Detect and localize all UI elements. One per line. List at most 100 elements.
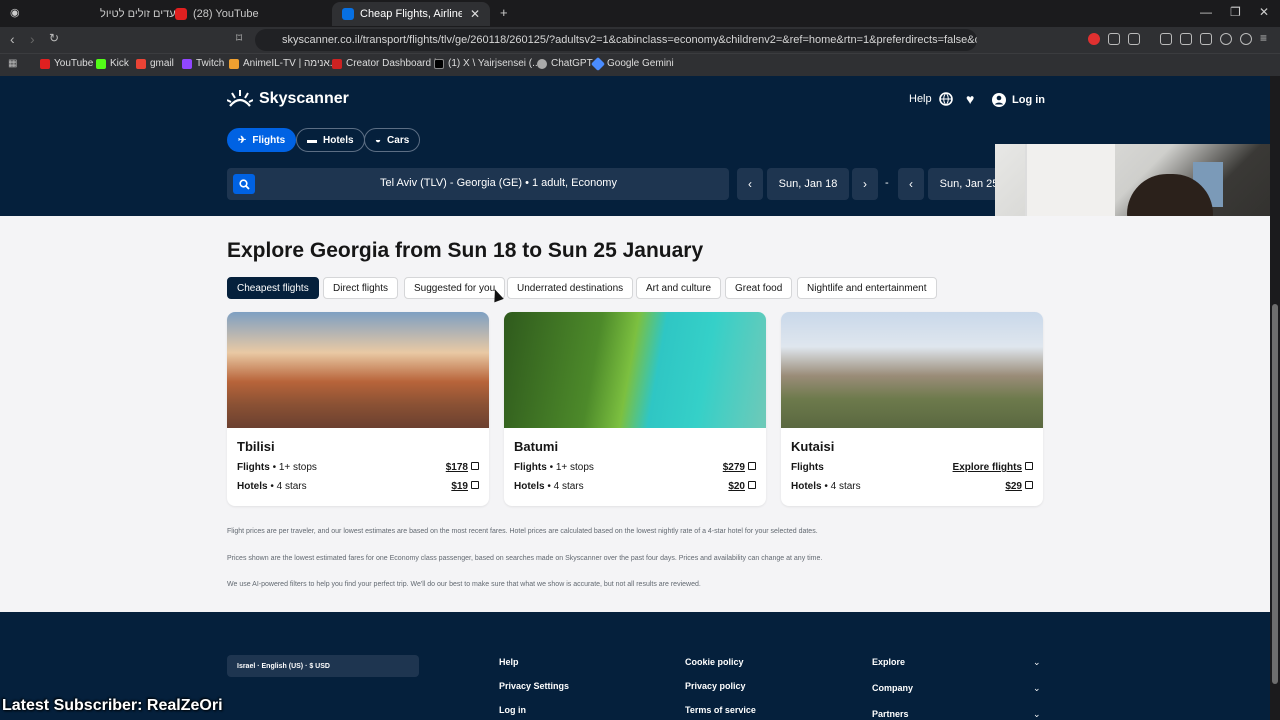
hotels-price-link[interactable]: $20	[728, 481, 756, 492]
chevron-right-icon: ›	[863, 177, 867, 191]
url-input[interactable]: skyscanner.co.il/transport/flights/tlv/g…	[255, 29, 977, 51]
restore-icon[interactable]: ❐	[1230, 5, 1241, 19]
filter-art-and-culture[interactable]: Art and culture	[636, 277, 722, 299]
hotels-price-link[interactable]: $19	[451, 481, 479, 492]
bookmark-twitch[interactable]: Twitch	[182, 58, 224, 69]
bookmark-label: Kick	[110, 58, 129, 69]
filter-nightlife[interactable]: Nightlife and entertainment	[797, 277, 937, 299]
close-window-icon[interactable]: ✕	[1259, 5, 1269, 19]
city-name: Kutaisi	[791, 439, 835, 454]
flights-price-link[interactable]: $178	[446, 462, 479, 473]
depart-date[interactable]: Sun, Jan 18	[767, 168, 849, 200]
globe-icon[interactable]	[939, 92, 953, 106]
tab-skyscanner[interactable]: Cheap Flights, Airline Tickets & A ✕	[332, 2, 490, 26]
bookmarks-bar: ▦ YouTube Kick gmail Twitch AnimeIL-TV |…	[0, 53, 1280, 76]
search-button[interactable]	[233, 174, 255, 194]
footer-accordion-partners[interactable]: Partners	[872, 709, 909, 719]
explore-flights-link[interactable]: Explore flights	[953, 462, 1033, 473]
filter-suggested-for-you[interactable]: Suggested for you	[404, 277, 506, 299]
tab-label: (28) YouTube	[193, 8, 259, 20]
bookmark-gemini[interactable]: Google Gemini	[590, 56, 674, 71]
tab-youtube[interactable]: (28) YouTube	[165, 2, 325, 26]
heart-icon[interactable]: ♥	[966, 91, 974, 107]
footer-accordion-company[interactable]: Company	[872, 683, 913, 693]
help-link[interactable]: Help	[909, 93, 932, 105]
bookmark-chatgpt[interactable]: ChatGPT	[537, 58, 593, 69]
footer-link-help[interactable]: Help	[499, 657, 519, 667]
screenshot-icon[interactable]	[1128, 33, 1140, 45]
youtube-icon	[175, 8, 187, 20]
forward-icon[interactable]: ›	[30, 31, 35, 47]
page-scrollbar[interactable]	[1270, 76, 1280, 720]
menu-icon[interactable]: ≡	[1260, 31, 1267, 45]
destination-card-tbilisi[interactable]: Tbilisi Flights • 1+ stops $178 Hotels •…	[227, 312, 489, 506]
tab-cars[interactable]: ◒ Cars	[364, 128, 421, 152]
hotels-detail: • 4 stars	[824, 481, 861, 492]
bookmark-icon[interactable]: ⌑	[236, 31, 242, 45]
filter-underrated-destinations[interactable]: Underrated destinations	[507, 277, 634, 299]
bookmark-label: Twitch	[196, 58, 225, 69]
back-icon[interactable]: ‹	[10, 31, 15, 47]
twitch-icon	[182, 58, 192, 69]
brand-name: Skyscanner	[259, 90, 349, 107]
batumi-image	[504, 312, 766, 428]
chevron-left-icon: ‹	[909, 177, 913, 191]
wallet-icon[interactable]	[1200, 33, 1212, 45]
filter-direct-flights[interactable]: Direct flights	[323, 277, 399, 299]
hotels-row: Hotels • 4 stars $29	[791, 481, 1033, 492]
bookmark-creator[interactable]: Creator Dashboard |...	[332, 58, 445, 69]
city-name: Tbilisi	[237, 439, 275, 454]
tab-hotels[interactable]: ▬ Hotels	[296, 128, 365, 152]
next-depart-date-button[interactable]: ›	[852, 168, 878, 200]
record-extension-icon[interactable]	[1088, 33, 1100, 45]
chevron-down-icon[interactable]: ⌄	[1033, 657, 1041, 668]
bookmark-label: AnimeIL-TV | אנימה...	[243, 58, 338, 69]
footer-link-terms[interactable]: Terms of service	[685, 705, 756, 715]
vpn-icon[interactable]	[1240, 33, 1252, 45]
apps-icon[interactable]: ▦	[8, 58, 17, 69]
scrollbar-thumb[interactable]	[1272, 304, 1278, 684]
disclaimer-note: Prices shown are the lowest estimated fa…	[227, 555, 823, 562]
footer-link-privacy-policy[interactable]: Privacy policy	[685, 681, 746, 691]
new-tab-icon[interactable]: +	[500, 5, 508, 20]
close-tab-icon[interactable]: ✕	[470, 7, 480, 21]
bookmark-x[interactable]: (1) X \ Yairjsensei (...	[434, 58, 540, 69]
hotels-price-link[interactable]: $29	[1005, 481, 1033, 492]
sidebar-icon[interactable]	[1180, 33, 1192, 45]
destination-card-batumi[interactable]: Batumi Flights • 1+ stops $279 Hotels • …	[504, 312, 766, 506]
media-icon[interactable]	[1160, 33, 1172, 45]
bookmark-gmail[interactable]: gmail	[136, 58, 174, 69]
bookmark-youtube[interactable]: YouTube	[40, 58, 93, 69]
prev-return-date-button[interactable]: ‹	[898, 168, 924, 200]
leo-ai-icon[interactable]	[1220, 33, 1232, 45]
login-button[interactable]: Log in	[992, 93, 1045, 107]
bookmark-label: Creator Dashboard |...	[346, 58, 445, 69]
filter-great-food[interactable]: Great food	[725, 277, 793, 299]
explore-section: Explore Georgia from Sun 18 to Sun 25 Ja…	[0, 216, 1280, 612]
filter-cheapest-flights[interactable]: Cheapest flights	[227, 277, 319, 299]
search-summary-bar[interactable]: Tel Aviv (TLV) - Georgia (GE) • 1 adult,…	[227, 168, 729, 200]
bookmark-label: YouTube	[54, 58, 94, 69]
skyscanner-logo[interactable]: Skyscanner	[227, 90, 349, 108]
chevron-down-icon[interactable]: ⌄	[1033, 683, 1041, 694]
footer-link-login[interactable]: Log in	[499, 705, 526, 715]
destination-card-kutaisi[interactable]: Kutaisi Flights Explore flights Hotels •…	[781, 312, 1043, 506]
bookmark-animeil[interactable]: AnimeIL-TV | אנימה...	[229, 58, 338, 69]
locale-selector[interactable]: Israel · English (US) · $ USD	[227, 655, 419, 677]
footer-link-privacy-settings[interactable]: Privacy Settings	[499, 681, 569, 691]
external-link-icon	[471, 462, 479, 470]
prev-depart-date-button[interactable]: ‹	[737, 168, 763, 200]
extensions-icon[interactable]	[1108, 33, 1120, 45]
bookmark-kick[interactable]: Kick	[96, 58, 129, 69]
minimize-icon[interactable]: —	[1200, 5, 1212, 19]
youtube-icon	[40, 58, 50, 69]
depart-date-label: Sun, Jan 18	[778, 178, 838, 190]
chevron-down-icon[interactable]: ⌄	[1033, 709, 1041, 720]
flights-row: Flights Explore flights	[791, 462, 1033, 473]
tab-flights[interactable]: ✈ Flights	[227, 128, 297, 152]
footer-link-cookie-policy[interactable]: Cookie policy	[685, 657, 744, 667]
browser-menu-icon[interactable]: ◉	[10, 6, 20, 19]
reload-icon[interactable]: ↻	[49, 31, 59, 45]
flights-price-link[interactable]: $279	[723, 462, 756, 473]
footer-accordion-explore[interactable]: Explore	[872, 657, 905, 667]
